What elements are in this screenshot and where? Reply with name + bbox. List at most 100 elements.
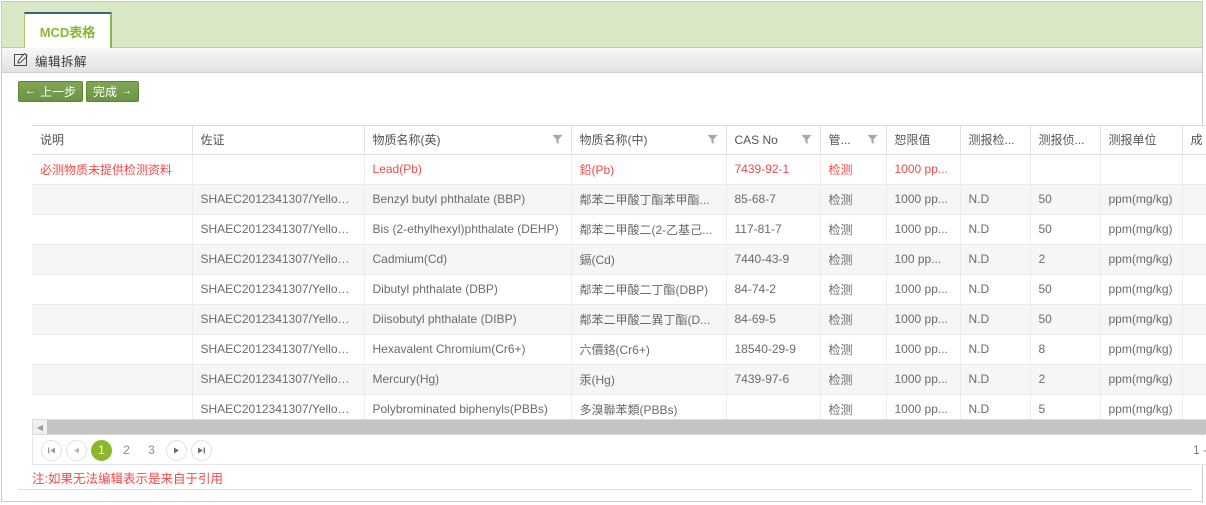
cell-detect: N.D [960,274,1031,305]
table-row[interactable]: SHAEC2012341307/Yellow ... Bis (2-ethylhe… [32,214,1206,245]
cell-name_en: Mercury(Hg) [364,364,572,395]
column-header-label: 物质名称(中) [579,133,648,148]
cell-unit [1100,154,1183,185]
bottom-divider [18,489,1192,490]
cell-probe: 50 [1030,214,1101,245]
cell-unit: ppm(mg/kg) [1100,304,1183,335]
column-header-label: 测报单位 [1108,133,1157,148]
tab-strip: MCD表格 [2,2,1202,48]
page-last-button[interactable] [191,439,212,461]
cell-control: 检测 [820,304,887,335]
cell-name_en: Cadmium(Cd) [364,244,572,275]
cell-control: 检测 [820,274,887,305]
table-row[interactable]: SHAEC2012341307/Yellow ... Benzyl butyl p… [32,184,1206,215]
table-row[interactable]: SHAEC2012341307/Yellow ... Mercury(Hg) 汞(H… [32,364,1206,395]
finish-label: 完成 [93,84,118,99]
column-header-name_en[interactable]: 物质名称(英) [364,126,572,155]
column-header-label: 物质名称(英) [372,133,441,148]
filter-icon[interactable] [866,134,878,145]
evidence-link[interactable]: SHAEC2012341307/Yellow ... [192,364,365,395]
cell-unit: ppm(mg/kg) [1100,364,1183,395]
tab-mcd-table[interactable]: MCD表格 [24,12,112,48]
table-row[interactable]: SHAEC2012341307/Yellow ... Diisobutyl pht… [32,304,1206,335]
column-header-detect[interactable]: 测报检... [960,126,1031,155]
cell-probe: 50 [1030,304,1101,335]
evidence-link[interactable]: SHAEC2012341307/Yellow ... [192,304,365,335]
column-header-label: 佐证 [200,133,225,148]
cell-cas: 85-68-7 [726,184,821,215]
scrollbar-thumb[interactable] [47,420,1206,434]
cell-compose [1182,334,1206,365]
cell-unit: ppm(mg/kg) [1100,184,1183,215]
table-row[interactable]: 必测物质未提供检测资料 Lead(Pb) 鉛(Pb) 7439-92-1 检测 1000 … [32,154,1206,185]
filter-icon[interactable] [706,134,718,145]
cell-compose [1182,304,1206,335]
footer-note: 注:如果无法编辑表示是来自于引用 [32,472,223,486]
evidence-link[interactable]: SHAEC2012341307/Yellow ... [192,214,365,245]
substance-table: 说明 佐证 物质名称(英) 物质名称(中) CAS No 管... 恕限值 测报检... 测报侦… [32,126,1206,426]
cell-name_en: Bis (2-ethylhexyl)phthalate (DEHP) [364,214,572,245]
column-header-control[interactable]: 管... [820,126,887,155]
page-1-button[interactable]: 1 [91,439,112,461]
column-header-label: 测报检... [968,133,1015,148]
horizontal-scrollbar[interactable]: ◀ [32,419,1206,435]
column-header-name_cn[interactable]: 物质名称(中) [571,126,727,155]
mcd-table-window: MCD表格 编辑拆解 ← 上一步 完成 → 说明 佐证 物质名称(英) 物质名称(中)… [1,1,1206,502]
tab-mcd-table-label: MCD表格 [39,24,96,40]
page-first-button[interactable] [41,439,62,461]
evidence-link[interactable]: SHAEC2012341307/Yellow ... [192,274,365,305]
column-header-probe[interactable]: 测报侦... [1030,126,1101,155]
cell-control: 检测 [820,334,887,365]
prev-page-icon [74,447,79,453]
table-row[interactable]: SHAEC2012341307/Yellow ... Cadmium(Cd) 鎘(C… [32,244,1206,275]
cell-name_cn: 鄰苯二甲酸二丁酯(DBP) [571,274,727,305]
edit-bar-label: 编辑拆解 [35,54,88,69]
column-header-label: 成 [1190,133,1203,148]
page-3-button[interactable]: 3 [141,440,162,461]
cell-name_en: Hexavalent Chromium(Cr6+) [364,334,572,365]
previous-step-button[interactable]: ← 上一步 [18,80,84,102]
cell-name_en: Dibutyl phthalate (DBP) [364,274,572,305]
scroll-left-icon[interactable]: ◀ [33,420,47,434]
arrow-right-icon: → [121,84,133,97]
column-header-desc[interactable]: 说明 [32,126,193,155]
cell-compose [1182,364,1206,395]
cell-desc [32,334,193,365]
filter-icon[interactable] [800,134,812,145]
cell-cas: 7439-92-1 [726,154,821,185]
cell-detect [960,154,1031,185]
column-header-compose[interactable]: 成 [1182,126,1206,155]
evidence-link[interactable]: SHAEC2012341307/Yellow ... [192,334,365,365]
last-page-icon [198,447,205,453]
evidence-link[interactable]: SHAEC2012341307/Yellow ... [192,244,365,275]
table-header: 说明 佐证 物质名称(英) 物质名称(中) CAS No 管... 恕限值 测报检... 测报侦… [32,126,1206,155]
finish-button[interactable]: 完成 → [86,80,140,102]
column-header-unit[interactable]: 测报单位 [1100,126,1183,155]
table-row[interactable]: SHAEC2012341307/Yellow ... Dibutyl phthal… [32,274,1206,305]
column-header-evidence[interactable]: 佐证 [192,126,365,155]
cell-probe: 50 [1030,274,1101,305]
cell-desc: 必测物质未提供检测资料 [32,154,193,185]
cell-limit: 1000 pp... [886,364,961,395]
table-body: 必测物质未提供检测资料 Lead(Pb) 鉛(Pb) 7439-92-1 检测 1000 … [32,154,1206,426]
cell-cas: 84-69-5 [726,304,821,335]
table-row[interactable]: SHAEC2012341307/Yellow ... Hexavalent Chr… [32,334,1206,365]
filter-icon[interactable] [551,134,563,145]
cell-probe: 2 [1030,364,1101,395]
cell-desc [32,304,193,335]
column-header-limit[interactable]: 恕限值 [886,126,961,155]
page-prev-button[interactable] [66,439,87,461]
first-page-icon [48,447,55,453]
page-next-button[interactable] [166,439,187,461]
arrow-left-icon: ← [25,84,36,97]
evidence-link[interactable]: SHAEC2012341307/Yellow ... [192,184,365,215]
page-2-button[interactable]: 2 [116,440,137,461]
column-header-cas[interactable]: CAS No [726,126,821,155]
cell-control: 检测 [820,184,887,215]
cell-limit: 1000 pp... [886,214,961,245]
cell-desc [32,184,193,215]
cell-probe: 8 [1030,334,1101,365]
cell-compose [1182,214,1206,245]
table-header-row: 说明 佐证 物质名称(英) 物质名称(中) CAS No 管... 恕限值 测报检... 测报侦… [32,126,1206,155]
cell-desc [32,214,193,245]
